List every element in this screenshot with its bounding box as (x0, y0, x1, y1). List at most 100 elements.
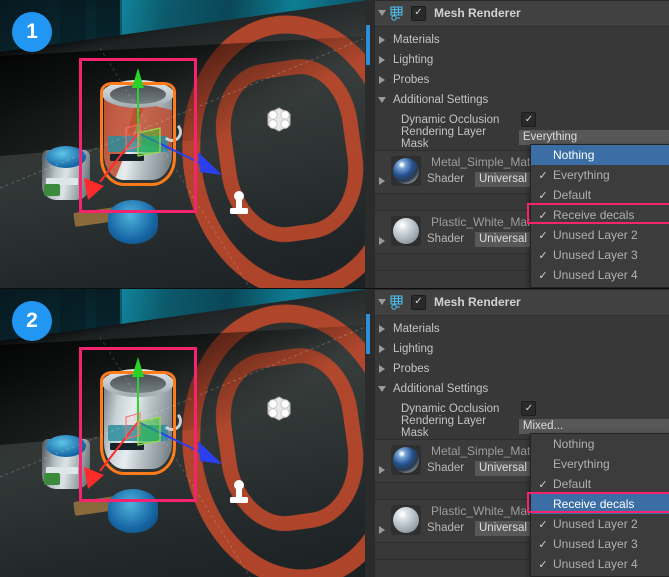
check-icon: ✓ (414, 7, 423, 18)
foldout-label: Probes (393, 362, 430, 375)
component-title-1: Mesh Renderer (434, 6, 521, 20)
rendering-layer-mask-dropdown-2[interactable]: Mixed... (518, 419, 669, 435)
mesh-renderer-header-1[interactable]: ✓ Mesh Renderer (375, 0, 669, 27)
dropdown-item-everything-1[interactable]: ✓ Everything (531, 165, 669, 185)
component-title-2: Mesh Renderer (434, 295, 521, 309)
dropdown-item-nothing-2[interactable]: Nothing (531, 434, 669, 454)
scrollbar-accent[interactable] (366, 314, 370, 354)
shader-label: Shader (427, 233, 465, 245)
check-icon: ✓ (538, 229, 548, 242)
check-icon: ✓ (524, 402, 534, 414)
dropdown-item-nothing-1[interactable]: Nothing (531, 145, 669, 165)
material-sphere-icon (393, 218, 419, 244)
dynamic-occlusion-label: Dynamic Occlusion (401, 402, 500, 415)
comparison-panel-2: 2 ✓ Mesh Renderer Materials Lighting Pro… (0, 289, 669, 577)
scene-viewport-1[interactable]: 1 (0, 0, 370, 288)
dropdown-item-default-1[interactable]: ✓ Default (531, 185, 669, 205)
mesh-renderer-header-2[interactable]: ✓ Mesh Renderer (375, 289, 669, 316)
dropdown-item-default-2[interactable]: ✓ Default (531, 474, 669, 494)
chevron-right-icon (379, 364, 385, 373)
foldout-label: Materials (393, 33, 440, 46)
chevron-container[interactable] (375, 35, 389, 44)
component-foldout-toggle[interactable] (375, 10, 389, 16)
inspector-panel-1: ✓ Mesh Renderer Materials Lighting Probe… (375, 0, 669, 288)
chevron-container[interactable] (375, 324, 389, 333)
material-sphere-icon (393, 507, 419, 533)
decal-projector-bounds (79, 58, 197, 213)
scene-orientation-gizmo-icon[interactable] (264, 104, 294, 134)
dropdown-item-label: Unused Layer 2 (553, 228, 638, 242)
decal-projector-icon[interactable] (228, 190, 250, 216)
foldout-probes-1[interactable]: Probes (375, 70, 669, 90)
foldout-probes-2[interactable]: Probes (375, 359, 669, 379)
inspector-panel-2: ✓ Mesh Renderer Materials Lighting Probe… (375, 289, 669, 577)
chevron-down-icon (378, 96, 386, 103)
chevron-container[interactable] (375, 75, 389, 84)
bucket-label-green (44, 184, 60, 196)
component-foldout-toggle[interactable] (375, 299, 389, 305)
material-foldout[interactable] (379, 466, 385, 474)
component-enabled-checkbox-2[interactable]: ✓ (411, 294, 426, 310)
chevron-container[interactable] (375, 364, 389, 373)
decal-projector-icon[interactable] (228, 479, 250, 505)
component-enabled-checkbox-1[interactable]: ✓ (411, 5, 426, 21)
chevron-container[interactable] (375, 344, 389, 353)
dropdown-item-label: Nothing (553, 148, 595, 162)
chevron-container[interactable] (375, 385, 389, 392)
chevron-right-icon (379, 324, 385, 333)
shader-label: Shader (427, 462, 465, 474)
dropdown-item-label: Default (553, 477, 592, 491)
step-badge-1: 1 (12, 12, 52, 52)
check-icon: ✓ (538, 189, 548, 202)
material-name: Metal_Simple_Mat (431, 444, 531, 458)
scene-viewport-2[interactable]: 2 (0, 289, 370, 577)
rendering-layer-mask-dropdown-1[interactable]: Everything (518, 130, 669, 146)
bucket-label-green (44, 473, 60, 485)
shader-label: Shader (427, 522, 465, 534)
dropdown-item-receive-decals-1[interactable]: ✓ Receive decals (531, 205, 669, 225)
dynamic-occlusion-checkbox-1[interactable]: ✓ (521, 112, 537, 128)
material-preview (391, 156, 421, 186)
material-preview (391, 445, 421, 475)
layer-mask-dropdown-popup-1[interactable]: Nothing ✓ Everything ✓ Default ✓ Receive de… (530, 144, 669, 288)
scrollbar-accent[interactable] (366, 25, 370, 65)
mesh-renderer-icon (390, 295, 403, 310)
foldout-lighting-2[interactable]: Lighting (375, 339, 669, 359)
dropdown-item-unused-layer-4-2[interactable]: ✓ Unused Layer 4 (531, 554, 669, 574)
chevron-container[interactable] (375, 96, 389, 103)
dropdown-item-label: Unused Layer 4 (553, 557, 638, 571)
foldout-label: Lighting (393, 342, 434, 355)
chevron-container[interactable] (375, 55, 389, 64)
check-icon: ✓ (524, 113, 534, 125)
scene-orientation-gizmo-icon[interactable] (264, 393, 294, 423)
dropdown-item-receive-decals-2[interactable]: Receive decals (531, 494, 669, 514)
dropdown-item-unused-layer-2-2[interactable]: ✓ Unused Layer 2 (531, 514, 669, 534)
mesh-renderer-icon (390, 6, 403, 21)
dropdown-item-unused-layer-2-1[interactable]: ✓ Unused Layer 2 (531, 225, 669, 245)
material-foldout[interactable] (379, 237, 385, 245)
foldout-lighting-1[interactable]: Lighting (375, 50, 669, 70)
chevron-down-icon (378, 385, 386, 392)
foldout-materials-1[interactable]: Materials (375, 30, 669, 50)
dropdown-item-everything-2[interactable]: Everything (531, 454, 669, 474)
material-foldout[interactable] (379, 526, 385, 534)
foldout-additional-settings-1[interactable]: Additional Settings (375, 90, 669, 110)
material-foldout[interactable] (379, 177, 385, 185)
chevron-down-icon (378, 299, 386, 305)
dropdown-item-unused-layer-3-2[interactable]: ✓ Unused Layer 3 (531, 534, 669, 554)
foldout-label: Additional Settings (393, 93, 489, 106)
dropdown-item-label: Receive decals (553, 497, 635, 511)
check-icon: ✓ (538, 269, 548, 282)
foldout-additional-settings-2[interactable]: Additional Settings (375, 379, 669, 399)
check-icon: ✓ (538, 558, 548, 571)
layer-mask-dropdown-popup-2[interactable]: Nothing Everything ✓ Default Receive deca… (530, 433, 669, 577)
dynamic-occlusion-checkbox-2[interactable]: ✓ (521, 401, 537, 417)
foldout-materials-2[interactable]: Materials (375, 319, 669, 339)
material-name: Plastic_White_Mat (431, 215, 531, 229)
check-icon: ✓ (414, 296, 423, 307)
dropdown-item-unused-layer-4-1[interactable]: ✓ Unused Layer 4 (531, 265, 669, 285)
dropdown-item-unused-layer-3-1[interactable]: ✓ Unused Layer 3 (531, 245, 669, 265)
material-sphere-icon (393, 158, 419, 184)
material-sphere-icon (393, 447, 419, 473)
header-divider (375, 289, 669, 290)
